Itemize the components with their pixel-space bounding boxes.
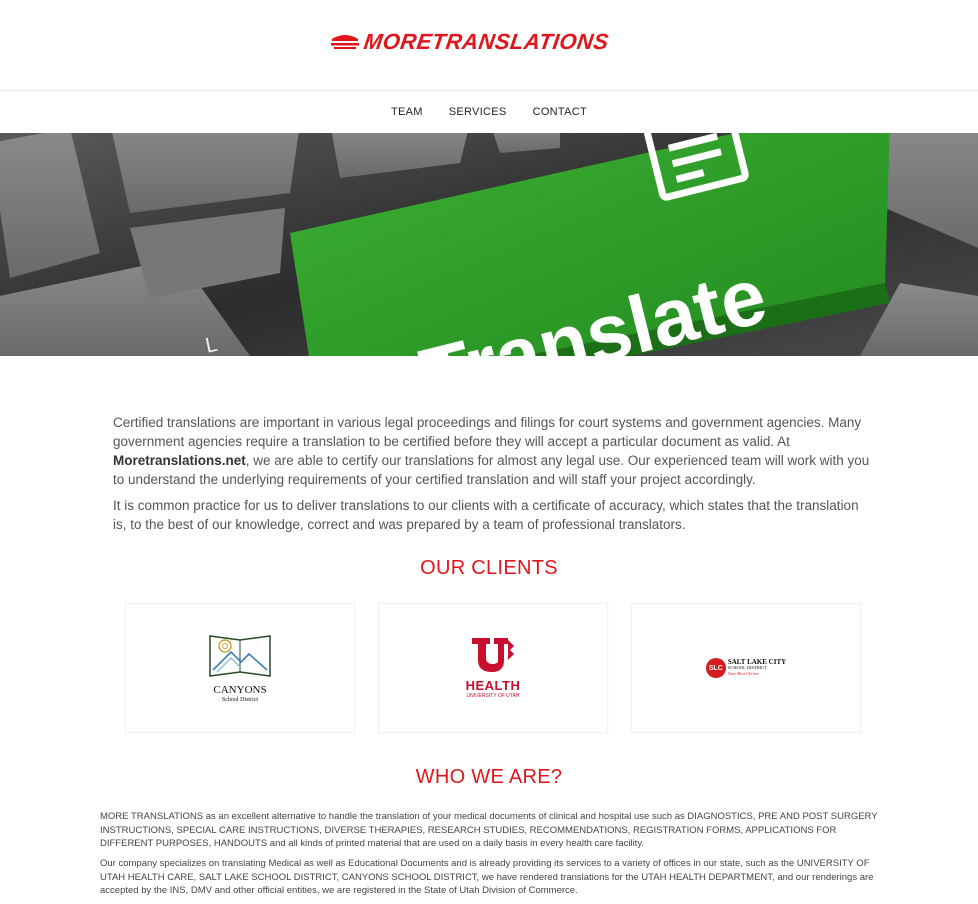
client-card-slc-school-district[interactable]: SLC SALT LAKE CITY SCHOOL DISTRICT Your … — [631, 603, 861, 733]
brand-logo[interactable]: MORETRANSLATIONS — [330, 29, 652, 55]
about-title: WHO WE ARE? — [415, 766, 563, 788]
client-card-canyons[interactable]: CANYONS School District — [125, 603, 355, 733]
intro-paragraph-2: It is common practice for us to deliver … — [113, 498, 859, 532]
canyons-logo: CANYONS School District — [195, 632, 285, 704]
logo-mark-icon — [331, 35, 359, 49]
site-name-bold: Moretranslations.net — [113, 453, 246, 468]
site-header: MORETRANSLATIONS — [0, 0, 978, 90]
about-paragraph-2: Our company specializes on translating M… — [100, 858, 874, 896]
clients-title: OUR CLIENTS — [420, 557, 558, 579]
about-paragraph-1: MORE TRANSLATIONS as an excellent altern… — [100, 811, 878, 849]
slc-apple-icon: SLC — [705, 658, 726, 678]
slc-school-district-logo: SLC SALT LAKE CITY SCHOOL DISTRICT Your … — [705, 658, 786, 678]
brand-name: MORETRANSLATIONS — [362, 29, 611, 54]
keyboard-translate-key-image: L Translate — [0, 133, 978, 356]
nav-services[interactable]: SERVICES — [436, 106, 520, 118]
canyons-logo-icon — [209, 635, 271, 677]
u-of-u-health-logo: HEALTH UNIVERSITY OF UTAH — [466, 636, 521, 700]
intro-paragraph-1: Certified translations are important in … — [113, 415, 870, 487]
intro-section: Certified translations are important in … — [113, 413, 875, 541]
main-nav: TEAM SERVICES CONTACT — [0, 90, 978, 133]
client-card-uofu-health[interactable]: HEALTH UNIVERSITY OF UTAH — [378, 603, 608, 733]
nav-team[interactable]: TEAM — [378, 106, 436, 118]
u-of-u-icon — [471, 638, 514, 672]
nav-contact[interactable]: CONTACT — [520, 106, 600, 118]
hero-banner: L Translate — [0, 133, 978, 356]
